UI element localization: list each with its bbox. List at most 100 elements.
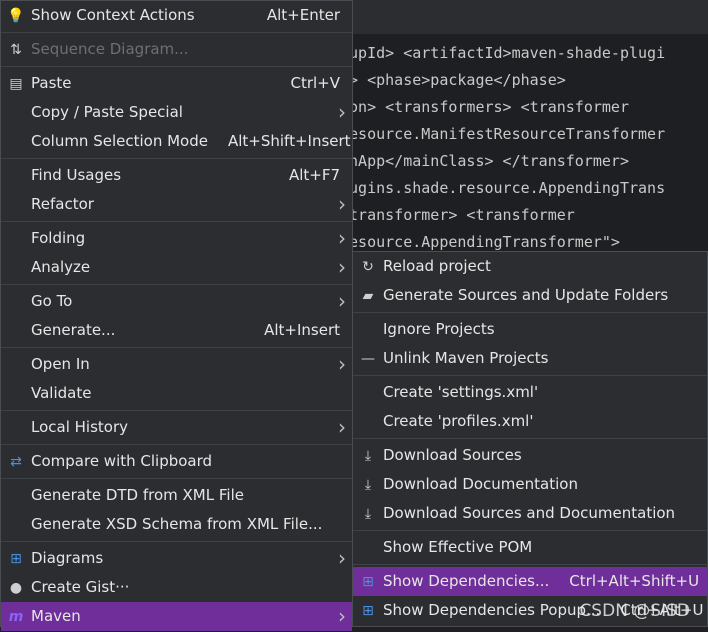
menu-separator: [1, 158, 352, 159]
menu-item-label: Download Documentation: [383, 475, 578, 493]
reload-icon: ↻: [362, 258, 374, 275]
menu-item-label: Go To: [31, 292, 73, 310]
menu-item-label: Create Gist···: [31, 578, 130, 596]
maven-menu-item-reload-project[interactable]: ↻ Reload project: [353, 252, 707, 281]
menu-separator: [1, 410, 352, 411]
minus-icon: —: [361, 350, 375, 367]
context-menu-item-copy-paste-special[interactable]: Copy / Paste Special ›: [1, 98, 352, 127]
code-area[interactable]: oupId> <artifactId>maven-shade-plugi n> <…: [340, 40, 708, 256]
menu-item-shortcut: Alt+Shift+Insert: [227, 132, 351, 150]
maven-menu-item-download-sources-and-documentation[interactable]: ⤓ Download Sources and Documentation: [353, 499, 707, 528]
context-menu-item-analyze[interactable]: Analyze ›: [1, 253, 352, 282]
menu-item-label: Create 'settings.xml': [383, 383, 539, 401]
menu-item-shortcut: Alt+Enter: [266, 6, 340, 24]
code-line: oupId> <artifactId>maven-shade-plugi: [340, 44, 666, 62]
code-line: /transformer> <transformer: [340, 206, 575, 224]
context-menu-item-column-selection-mode[interactable]: Column Selection Mode Alt+Shift+Insert: [1, 127, 352, 156]
menu-separator: [1, 221, 352, 222]
menu-item-label: Column Selection Mode: [31, 132, 208, 150]
menu-item-label: Sequence Diagram...: [31, 40, 189, 58]
menu-item-label: Local History: [31, 418, 129, 436]
context-menu-item-diagrams[interactable]: ⊞ Diagrams ›: [1, 544, 352, 573]
watermark: CSDN @SISD: [579, 601, 690, 621]
maven-menu-item-download-documentation[interactable]: ⤓ Download Documentation: [353, 470, 707, 499]
context-menu-item-generate[interactable]: Generate... Alt+Insert: [1, 316, 352, 345]
menu-item-label: Paste: [31, 74, 72, 92]
context-menu-item-open-in[interactable]: Open In ›: [1, 350, 352, 379]
chevron-right-icon: ›: [338, 546, 346, 570]
menu-separator: [353, 530, 707, 531]
clipboard-icon: ▤: [9, 75, 23, 92]
menu-item-label: Analyze: [31, 258, 91, 276]
menu-item-label: Generate XSD Schema from XML File...: [31, 515, 323, 533]
menu-item-shortcut: Alt+Insert: [264, 321, 340, 339]
context-menu-item-generate-dtd-from-xml-file[interactable]: Generate DTD from XML File: [1, 481, 352, 510]
diagrams-icon: ⊞: [10, 550, 22, 567]
download-icon: ⤓: [364, 447, 372, 464]
context-menu-item-validate[interactable]: Validate: [1, 379, 352, 408]
chevron-right-icon: ›: [338, 192, 346, 216]
menu-separator: [1, 541, 352, 542]
maven-menu-item-create-profiles-xml[interactable]: Create 'profiles.xml': [353, 407, 707, 436]
menu-item-label: Download Sources: [383, 446, 522, 464]
folder-sync-icon: ▰: [362, 287, 374, 304]
context-menu-item-refactor[interactable]: Refactor ›: [1, 190, 352, 219]
context-menu-item-find-usages[interactable]: Find Usages Alt+F7: [1, 161, 352, 190]
maven-menu-item-download-sources[interactable]: ⤓ Download Sources: [353, 441, 707, 470]
chevron-right-icon: ›: [338, 226, 346, 250]
code-line: n> <phase>package</phase>: [340, 71, 566, 89]
maven-menu-item-generate-sources-and-update-folders[interactable]: ▰ Generate Sources and Update Folders: [353, 281, 707, 310]
editor-context-menu: 💡 Show Context Actions Alt+Enter ⇅ Sequence …: [0, 0, 353, 631]
code-line: ion> <transformers> <transformer: [340, 98, 629, 116]
menu-separator: [1, 284, 352, 285]
menu-item-label: Open In: [31, 355, 90, 373]
code-line: resource.ManifestResourceTransformer: [340, 125, 666, 143]
github-icon: ●: [9, 579, 23, 596]
maven-icon: m: [8, 608, 24, 625]
menu-separator: [1, 478, 352, 479]
context-menu-item-compare-with-clipboard[interactable]: ⇄ Compare with Clipboard: [1, 447, 352, 476]
context-menu-item-folding[interactable]: Folding ›: [1, 224, 352, 253]
menu-separator: [353, 438, 707, 439]
code-line: inApp</mainClass> </transformer>: [340, 152, 629, 170]
menu-item-label: Folding: [31, 229, 86, 247]
menu-item-label: Generate...: [31, 321, 116, 339]
context-menu-item-go-to[interactable]: Go To ›: [1, 287, 352, 316]
menu-item-label: Download Sources and Documentation: [383, 504, 676, 522]
context-menu-item-local-history[interactable]: Local History ›: [1, 413, 352, 442]
menu-item-label: Reload project: [383, 257, 491, 275]
menu-item-label: Find Usages: [31, 166, 122, 184]
maven-menu-item-show-dependencies[interactable]: ⊞ Show Dependencies... Ctrl+Alt+Shift+U: [353, 567, 707, 596]
menu-item-label: Generate Sources and Update Folders: [383, 286, 669, 304]
context-menu-item-create-gist[interactable]: ● Create Gist···: [1, 573, 352, 602]
dependencies-icon: ⊞: [362, 573, 374, 590]
sequence-diagram-icon: ⇅: [10, 41, 22, 58]
maven-menu-item-ignore-projects[interactable]: Ignore Projects: [353, 315, 707, 344]
menu-item-label: Ignore Projects: [383, 320, 495, 338]
chevron-right-icon: ›: [338, 255, 346, 279]
menu-item-shortcut: Ctrl+Alt+Shift+U: [569, 572, 700, 590]
menu-item-shortcut: Alt+F7: [288, 166, 340, 184]
download-icon: ⤓: [364, 476, 372, 493]
dependencies-icon: ⊞: [362, 602, 374, 619]
maven-menu-item-show-effective-pom[interactable]: Show Effective POM: [353, 533, 707, 562]
menu-separator: [1, 444, 352, 445]
menu-item-label: Refactor: [31, 195, 94, 213]
menu-separator: [353, 375, 707, 376]
context-menu-item-sequence-diagram: ⇅ Sequence Diagram...: [1, 35, 352, 64]
chevron-right-icon: ›: [338, 289, 346, 313]
chevron-right-icon: ›: [338, 100, 346, 124]
menu-item-label: Generate DTD from XML File: [31, 486, 244, 504]
maven-menu-item-unlink-maven-projects[interactable]: — Unlink Maven Projects: [353, 344, 707, 373]
menu-item-label: Show Context Actions: [31, 6, 195, 24]
chevron-right-icon: ›: [338, 352, 346, 376]
menu-item-label: Validate: [31, 384, 92, 402]
context-menu-item-paste[interactable]: ▤ Paste Ctrl+V: [1, 69, 352, 98]
context-menu-item-show-context-actions[interactable]: 💡 Show Context Actions Alt+Enter: [1, 1, 352, 30]
menu-item-label: Compare with Clipboard: [31, 452, 213, 470]
maven-menu-item-create-settings-xml[interactable]: Create 'settings.xml': [353, 378, 707, 407]
menu-item-label: Show Effective POM: [383, 538, 533, 556]
menu-separator: [353, 312, 707, 313]
context-menu-item-generate-xsd-schema-from-xml-file[interactable]: Generate XSD Schema from XML File...: [1, 510, 352, 539]
code-line: lugins.shade.resource.AppendingTrans: [340, 179, 666, 197]
